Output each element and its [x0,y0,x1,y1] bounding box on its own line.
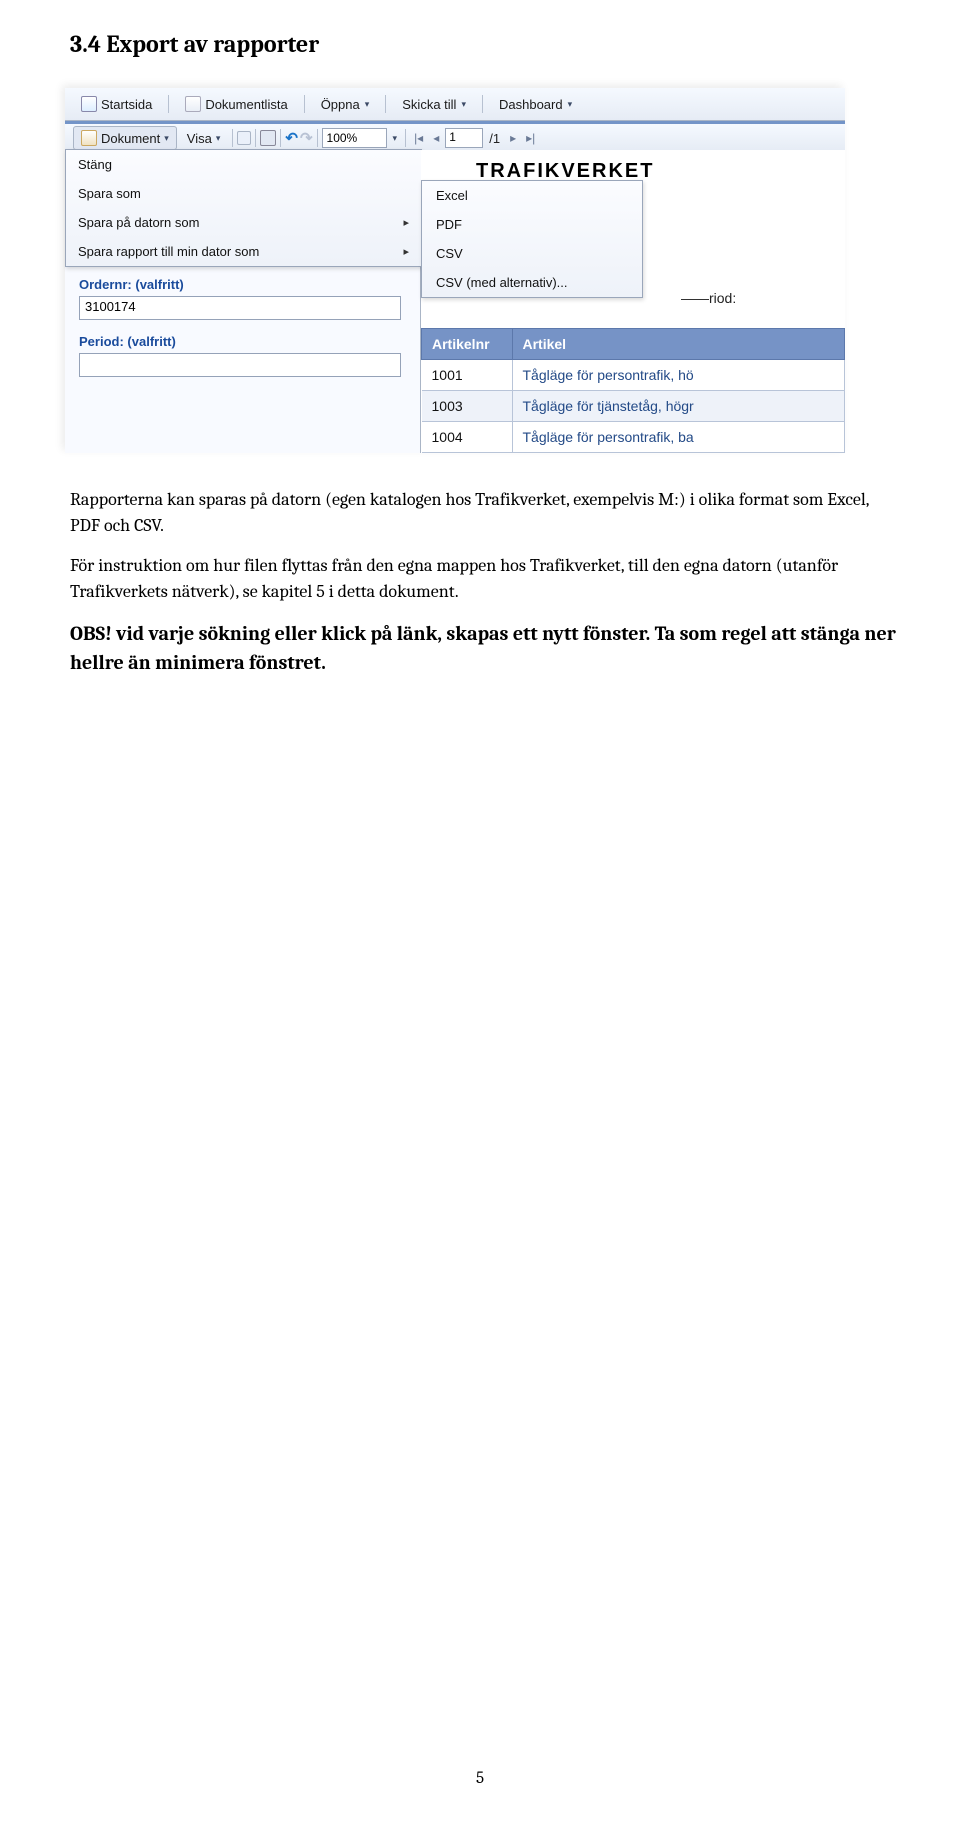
page-current: 1 [449,130,456,144]
menu-item-save-report-local-as[interactable]: Spara rapport till min dator som ▸ [66,237,421,266]
separator [280,129,281,147]
find-icon[interactable] [260,130,276,146]
chevron-right-icon: ▸ [403,216,409,229]
cell-nr: 1004 [422,422,513,453]
page-number-input[interactable]: 1 [445,128,483,148]
submenu-item-excel[interactable]: Excel [422,181,642,210]
nav-open[interactable]: Öppna ▾ [313,95,378,114]
separator [232,129,233,147]
cell-artikel: Tågläge för persontrafik, hö [512,360,845,391]
article-table: Artikelnr Artikel 1001 Tågläge för perso… [421,328,845,453]
zoom-input[interactable]: 100% [322,128,387,148]
submenu-item-csv[interactable]: CSV [422,239,642,268]
table-row[interactable]: 1003 Tågläge för tjänstetåg, högr [422,391,845,422]
left-panel: Stäng Spara som Spara på datorn som ▸ Sp… [65,150,421,453]
table-row[interactable]: 1001 Tågläge för persontrafik, hö [422,360,845,391]
separator [482,95,483,113]
menu-item-close[interactable]: Stäng [66,150,421,179]
col-artikelnr[interactable]: Artikelnr [422,329,513,360]
zoom-value: 100% [327,131,358,145]
nav-send-to-label: Skicka till [402,97,456,112]
page-total: /1 [485,131,504,146]
ordernr-optional: (valfritt) [135,277,183,292]
document-icon [81,130,97,146]
zoom-chevron-icon[interactable]: ▾ [389,133,402,144]
document-toolbar: Dokument ▾ Visa ▾ ↶ ↷ 100% ▾ |◂ ◂ 1 [65,124,845,150]
menu-item-label: Spara som [78,186,141,201]
last-page-icon[interactable]: ▸| [522,131,539,145]
separator [168,95,169,113]
col-artikel[interactable]: Artikel [512,329,845,360]
nav-dashboard-label: Dashboard [499,97,563,112]
nav-home[interactable]: Startsida [73,94,160,114]
first-page-icon[interactable]: |◂ [410,131,427,145]
nav-dashboard[interactable]: Dashboard ▾ [491,95,580,114]
chevron-down-icon: ▾ [216,133,221,144]
period-label-text: Period: [79,334,124,349]
ordernr-label-text: Ordernr: [79,277,132,292]
ordernr-value: 3100174 [85,299,136,314]
cell-nr: 1001 [422,360,513,391]
nav-home-label: Startsida [101,97,152,112]
document-menu-button[interactable]: Dokument ▾ [73,126,177,150]
filter-form: Ordernr: (valfritt) 3100174 Period: (val… [65,267,420,393]
chevron-down-icon: ▾ [365,99,370,110]
chevron-right-icon: ▸ [403,245,409,258]
tool-icon-1[interactable] [237,131,251,145]
cell-artikel: Tågläge för tjänstetåg, högr [512,391,845,422]
chevron-down-icon: ▾ [461,99,466,110]
ordernr-label: Ordernr: (valfritt) [79,277,406,292]
document-dropdown: Stäng Spara som Spara på datorn som ▸ Sp… [65,149,422,267]
period-input[interactable] [79,353,401,377]
undo-icon[interactable]: ↶ [285,129,298,147]
redo-icon: ↷ [300,129,313,147]
page-number: 5 [0,1769,960,1788]
embedded-screenshot: Startsida Dokumentlista Öppna ▾ Skicka t… [65,88,845,453]
view-menu-button[interactable]: Visa ▾ [179,127,229,150]
separator [317,129,318,147]
content-panel: TRAFIKVERKET Excel PDF CSV CSV (med alte… [421,150,845,453]
view-menu-label: Visa [187,131,212,146]
paragraph-2: För instruktion om hur filen flyttas frå… [70,553,900,605]
section-heading: 3.4 Export av rapporter [70,30,900,58]
ordernr-input[interactable]: 3100174 [79,296,401,320]
data-table-wrap: Artikelnr Artikel 1001 Tågläge för perso… [421,328,845,453]
period-label: Period: (valfritt) [79,334,406,349]
paragraph-1: Rapporterna kan sparas på datorn (egen k… [70,487,900,539]
home-icon [81,96,97,112]
body-text: Rapporterna kan sparas på datorn (egen k… [70,487,900,677]
chevron-down-icon: ▾ [568,99,573,110]
separator [255,129,256,147]
menu-item-label: Stäng [78,157,112,172]
nav-doclist-label: Dokumentlista [205,97,287,112]
submenu-item-csv-opts[interactable]: CSV (med alternativ)... [422,268,642,297]
nav-send-to[interactable]: Skicka till ▾ [394,95,474,114]
export-submenu: Excel PDF CSV CSV (med alternativ)... [421,180,643,298]
menu-item-save-as[interactable]: Spara som [66,179,421,208]
chevron-down-icon: ▾ [164,133,169,144]
separator [385,95,386,113]
table-row[interactable]: 1004 Tågläge för persontrafik, ba [422,422,845,453]
paragraph-obs: OBS! vid varje sökning eller klick på lä… [70,619,900,677]
nav-doclist[interactable]: Dokumentlista [177,94,295,114]
nav-open-label: Öppna [321,97,360,112]
separator [405,129,406,147]
doclist-icon [185,96,201,112]
submenu-item-pdf[interactable]: PDF [422,210,642,239]
separator [304,95,305,113]
menu-item-label: Spara på datorn som [78,215,199,230]
period-optional: (valfritt) [127,334,175,349]
next-page-icon[interactable]: ▸ [506,131,520,145]
menu-item-label: Spara rapport till min dator som [78,244,259,259]
cell-nr: 1003 [422,391,513,422]
main-toolbar: Startsida Dokumentlista Öppna ▾ Skicka t… [65,88,845,121]
document-menu-label: Dokument [101,131,160,146]
prev-page-icon[interactable]: ◂ [429,131,443,145]
cell-artikel: Tågläge för persontrafik, ba [512,422,845,453]
menu-item-save-local-as[interactable]: Spara på datorn som ▸ [66,208,421,237]
